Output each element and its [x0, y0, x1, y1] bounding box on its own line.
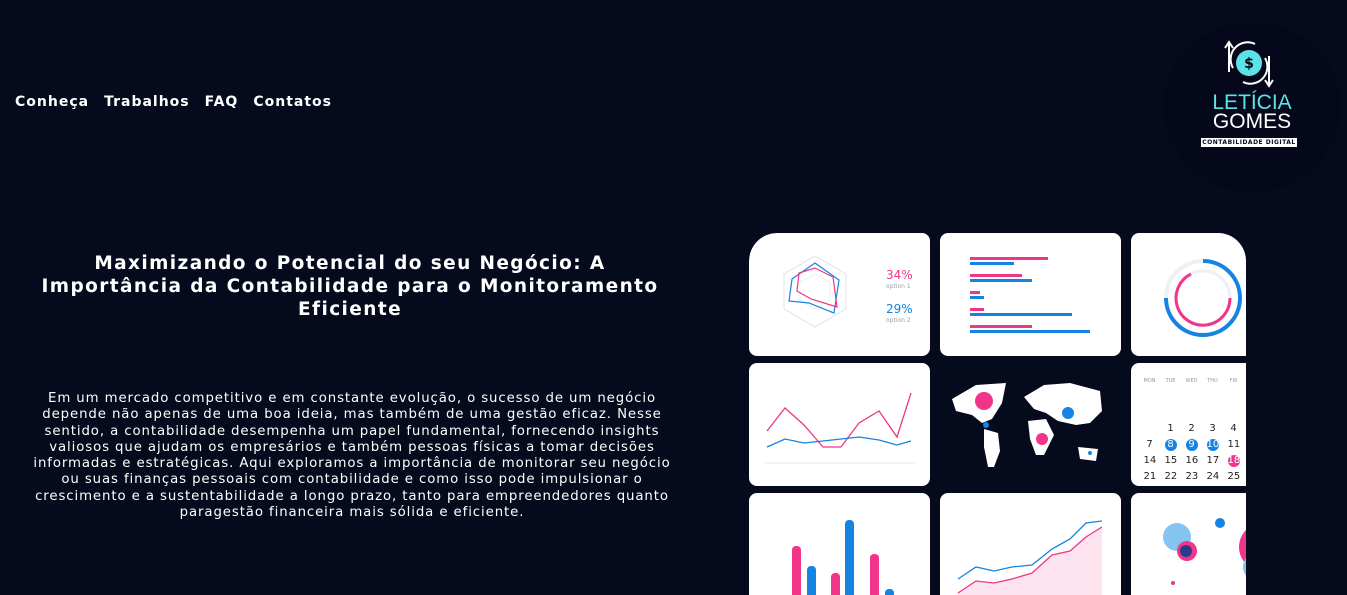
calendar-day[interactable]: 17 [1207, 455, 1220, 467]
calendar-day[interactable] [1207, 391, 1219, 403]
logo-tagline: CONTABILIDADE DIGITAL [1201, 138, 1297, 147]
calendar-day[interactable]: 24 [1207, 471, 1220, 483]
nav-link-faq[interactable]: FAQ [205, 94, 239, 110]
horizontal-bars-card [940, 233, 1121, 356]
calendar-day[interactable] [1228, 391, 1240, 403]
area-chart-card [940, 493, 1121, 595]
nav-link-conheca[interactable]: Conheça [15, 94, 89, 110]
calendar-day[interactable]: 15 [1165, 455, 1178, 467]
calendar-day[interactable]: 4 [1228, 423, 1240, 435]
option-1-label: option 1 [886, 283, 911, 290]
vertical-bars-card [749, 493, 930, 595]
calendar-card: MON TUE WED THU FRI 1 2 3 4 7 8 9 10 11 14 15 16 17 18 21 22… [1131, 363, 1246, 486]
bubble-chart-card [1131, 493, 1246, 595]
calendar-day[interactable] [1207, 407, 1219, 419]
world-map-card [940, 363, 1121, 486]
donut-chart-card [1131, 233, 1246, 356]
calendar-day[interactable] [1144, 391, 1156, 403]
world-map-illustration [952, 383, 1102, 467]
donut-chart-illustration [1164, 259, 1242, 337]
calendar-day[interactable] [1228, 407, 1240, 419]
horizontal-bar-illustration [970, 257, 1090, 333]
calendar-day[interactable]: 3 [1207, 423, 1219, 435]
nav-link-contatos[interactable]: Contatos [253, 94, 332, 110]
calendar-weekday-label: TUE [1165, 378, 1176, 384]
calendar-day[interactable] [1144, 407, 1156, 419]
calendar-day[interactable]: 2 [1186, 423, 1198, 435]
calendar-day[interactable]: 10 [1206, 439, 1219, 451]
calendar-weekday-label: FRI [1229, 378, 1238, 384]
calendar-day[interactable] [1186, 407, 1198, 419]
vertical-bar-illustration [792, 520, 894, 595]
calendar-day[interactable]: 11 [1228, 439, 1241, 451]
calendar-day[interactable]: 14 [1144, 455, 1157, 467]
calendar-day[interactable] [1165, 391, 1177, 403]
calendar-day[interactable]: 9 [1185, 439, 1198, 451]
hero-body: Em um mercado competitivo e em constante… [33, 391, 671, 521]
dollar-exchange-icon: $ [1224, 40, 1274, 88]
hero-title: Maximizando o Potencial do seu Negócio: … [41, 253, 659, 320]
main-nav: Conheça Trabalhos FAQ Contatos [15, 94, 332, 110]
calendar-day[interactable]: 23 [1186, 471, 1199, 483]
line-chart-illustration [765, 392, 915, 464]
calendar-day[interactable]: 25 [1228, 471, 1241, 483]
dashboard-collage: 34% option 1 29% option 2 MON TUE WED TH… [749, 233, 1246, 595]
brand-logo[interactable]: $ LETÍCIA GOMES CONTABILIDADE DIGITAL [1163, 22, 1341, 192]
calendar-day[interactable]: 16 [1186, 455, 1199, 467]
radar-chart-card: 34% option 1 29% option 2 [749, 233, 930, 356]
calendar-day[interactable]: 21 [1144, 471, 1157, 483]
line-chart-card [749, 363, 930, 486]
option-2-label: option 2 [886, 317, 911, 324]
calendar-weekday-label: WED [1185, 378, 1198, 384]
calendar-day[interactable]: 22 [1165, 471, 1178, 483]
calendar-day[interactable] [1144, 423, 1156, 435]
calendar-weekday-label: MON [1143, 378, 1156, 384]
nav-link-trabalhos[interactable]: Trabalhos [104, 94, 190, 110]
radar-chart-illustration [783, 255, 847, 328]
area-chart-illustration [957, 520, 1103, 595]
calendar-day[interactable]: 18 [1227, 455, 1240, 467]
calendar-day[interactable]: 1 [1165, 423, 1177, 435]
calendar-grid: MON TUE WED THU FRI 1 2 3 4 7 8 9 10 11 14 15 16 17 18 21 22… [1139, 375, 1244, 486]
option-1-percent: 34% [886, 268, 913, 282]
calendar-day[interactable]: 8 [1164, 439, 1177, 451]
calendar-weekday-label: THU [1207, 378, 1218, 384]
calendar-day[interactable] [1165, 407, 1177, 419]
bubble-chart-illustration [1163, 518, 1246, 585]
calendar-day[interactable] [1186, 391, 1198, 403]
svg-text:$: $ [1244, 56, 1254, 72]
option-2-percent: 29% [886, 302, 913, 316]
calendar-day[interactable]: 7 [1144, 439, 1156, 451]
logo-name-last: GOMES [1212, 110, 1292, 133]
